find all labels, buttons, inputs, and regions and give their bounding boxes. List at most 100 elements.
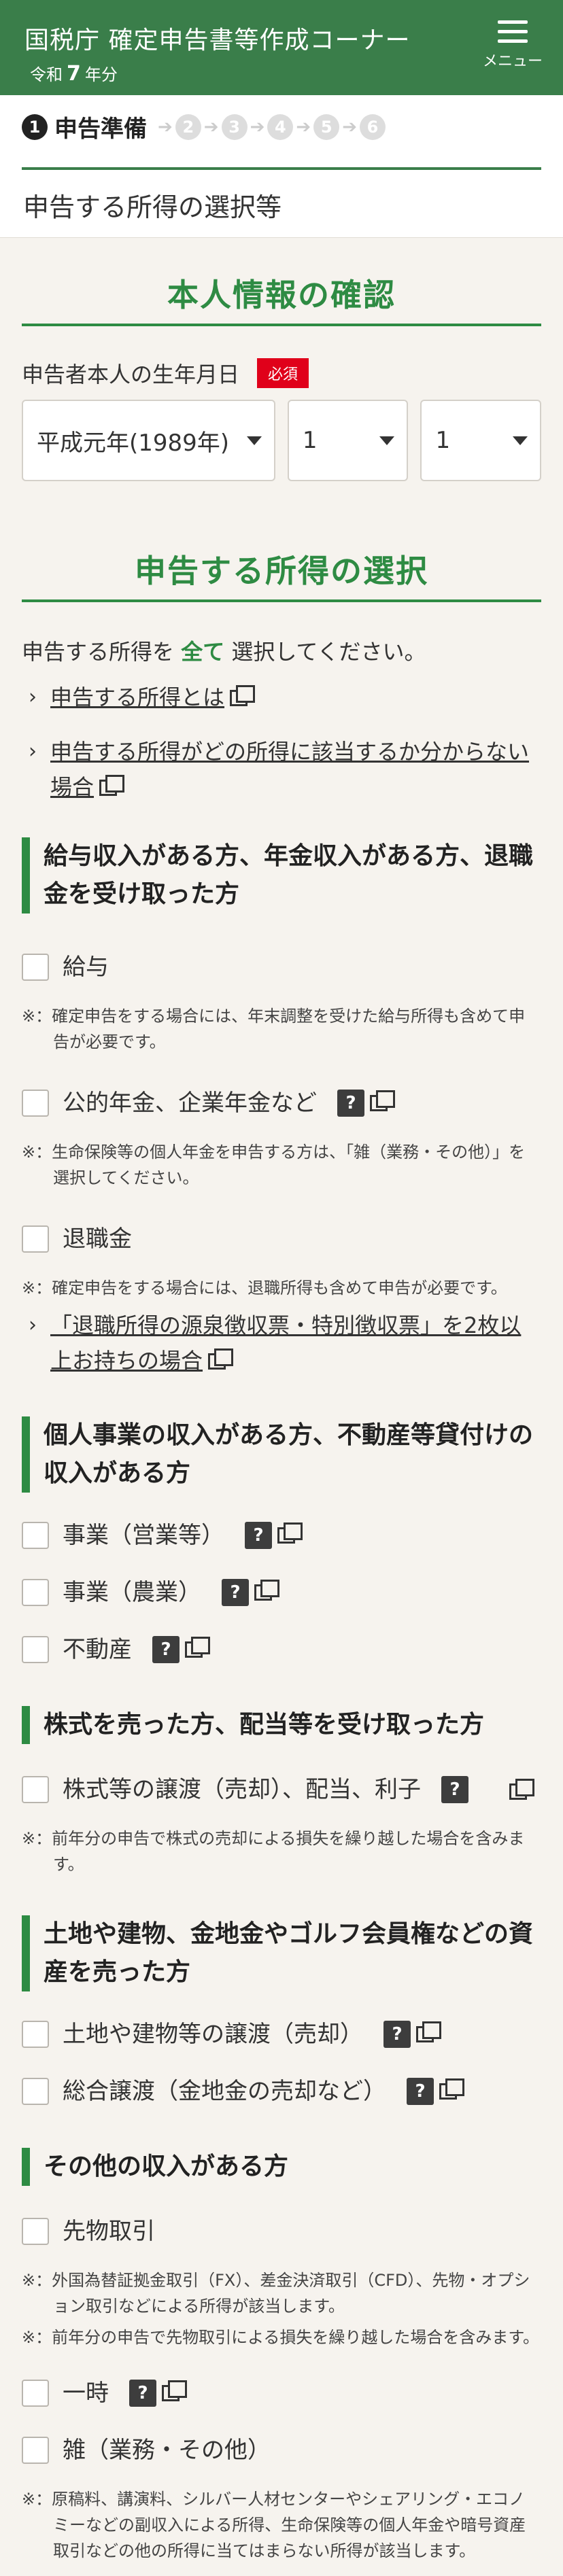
caret-down-icon [512,436,528,445]
option-tochi[interactable]: 土地や建物等の譲渡（売却）? [22,2016,541,2053]
note-kabu: ※：前年分の申告で株式の売却による損失を繰り越した場合を含みます。 [22,1829,525,1874]
tax-year: 令和 7 年分 [30,61,118,86]
link-what-is-income-text: 申告する所得とは [50,684,225,710]
arrow-icon: ➔ [203,116,219,137]
step-2-number: 2 [175,114,201,140]
external-window-icon[interactable] [162,2380,187,2401]
note-nenkin: ※：生命保険等の個人年金を申告する方は、「雑（業務・その他）」を選択してください… [22,1143,526,1187]
option-ichiji[interactable]: 一時? [22,2375,541,2412]
eigyo-label: 事業（営業等） [63,1522,224,1549]
option-sogo[interactable]: 総合譲渡（金地金の売却など）? [22,2073,541,2110]
help-icon[interactable]: ? [407,2078,434,2105]
help-icon[interactable]: ? [441,1776,468,1803]
kabu-checkbox[interactable] [22,1776,49,1803]
category-stocks: 株式を売った方、配当等を受け取った方 [22,1706,541,1744]
link-income-unsure[interactable]: › 申告する所得がどの所得に該当するか分からない場合 [22,734,541,805]
birth-month-value: 1 [302,427,318,454]
help-icon[interactable]: ? [129,2380,156,2407]
lead-pre: 申告する所得を [22,639,175,665]
option-nenkin[interactable]: 公的年金、企業年金など? [22,1085,541,1121]
nogyo-label: 事業（農業） [63,1579,201,1606]
birth-day-value: 1 [435,427,451,454]
birthdate-label-text: 申告者本人の生年月日 [22,362,240,387]
sogo-checkbox[interactable] [22,2078,49,2105]
ichiji-checkbox[interactable] [22,2380,49,2407]
option-kyuyo[interactable]: 給与 [22,949,541,986]
step-4-number: 4 [267,114,294,140]
step-6-number: 6 [359,114,386,140]
external-window-icon[interactable] [509,1779,534,1800]
external-window-icon[interactable] [254,1580,279,1601]
taishoku-checkbox[interactable] [22,1225,49,1253]
nogyo-checkbox[interactable] [22,1579,49,1606]
help-icon[interactable]: ? [337,1090,364,1117]
external-window-icon[interactable] [185,1637,210,1658]
option-fudosan[interactable]: 不動産? [22,1631,541,1668]
zatsu-checkbox[interactable] [22,2437,49,2464]
fudosan-checkbox[interactable] [22,1636,49,1663]
option-kabu[interactable]: 株式等の譲渡（売却）、配当、利子? [22,1771,541,1808]
tax-year-number: 7 [67,62,81,86]
kyuyo-checkbox[interactable] [22,954,49,981]
main-content: 本人情報の確認 申告者本人の生年月日 必須 平成元年(1989年) 1 1 申告… [0,238,563,2564]
sakimono-label: 先物取引 [63,2218,155,2245]
category-business: 個人事業の収入がある方、不動産等貸付けの収入がある方 [22,1416,541,1493]
link-retirement-slips-text: 「退職所得の源泉徴収票・特別徴収票」を2枚以上お持ちの場合 [50,1312,522,1374]
help-icon[interactable]: ? [152,1636,180,1663]
step-underline [22,167,541,170]
step-1-number: 1 [22,114,48,140]
arrow-icon: ➔ [342,116,357,137]
birth-month-select[interactable]: 1 [287,400,409,481]
tochi-checkbox[interactable] [22,2021,49,2048]
link-retirement-slips[interactable]: › 「退職所得の源泉徴収票・特別徴収票」を2枚以上お持ちの場合 [22,1308,541,1378]
external-window-icon [230,685,256,706]
option-sakimono[interactable]: 先物取引 [22,2213,541,2250]
eigyo-checkbox[interactable] [22,1522,49,1549]
fudosan-label: 不動産 [63,1636,132,1663]
chevron-right-icon: › [29,685,37,709]
note-sakimono-2: ※：前年分の申告で先物取引による損失を繰り越した場合を含みます。 [22,2328,539,2347]
option-zatsu[interactable]: 雑（業務・その他） [22,2432,541,2469]
page-title: 申告する所得の選択等 [0,170,563,238]
help-icon[interactable]: ? [245,1522,272,1549]
option-taishoku[interactable]: 退職金 [22,1221,541,1257]
link-what-is-income[interactable]: › 申告する所得とは [22,680,541,715]
external-window-icon[interactable] [439,2078,464,2100]
note-taishoku: ※：確定申告をする場合には、退職所得も含めて申告が必要です。 [22,1278,507,1298]
option-eigyo[interactable]: 事業（営業等）? [22,1517,541,1554]
kyuyo-label: 給与 [63,954,109,981]
sakimono-checkbox[interactable] [22,2218,49,2245]
chevron-right-icon: › [29,739,37,763]
app-title[interactable]: 国税庁 確定申告書等作成コーナー [24,20,410,56]
option-nogyo[interactable]: 事業（農業）? [22,1574,541,1611]
category-assets: 土地や建物、金地金やゴルフ会員権などの資産を売った方 [22,1915,541,1991]
birth-day-select[interactable]: 1 [420,400,541,481]
personal-info-heading: 本人情報の確認 [22,238,541,326]
sogo-label: 総合譲渡（金地金の売却など） [63,2078,386,2105]
kabu-label: 株式等の譲渡（売却）、配当、利子 [63,1776,421,1803]
required-badge: 必須 [257,358,309,388]
taishoku-label: 退職金 [63,1225,132,1253]
external-window-icon [99,775,125,796]
external-window-icon[interactable] [416,2021,441,2042]
external-window-icon[interactable] [277,1522,303,1544]
app-header: 国税庁 確定申告書等作成コーナー 令和 7 年分 メニュー [0,0,563,95]
tax-year-suffix: 年分 [84,65,118,84]
menu-button[interactable]: メニュー [479,20,547,71]
zatsu-label: 雑（業務・その他） [63,2437,271,2464]
category-other: その他の収入がある方 [22,2148,541,2186]
arrow-icon: ➔ [250,116,265,137]
external-window-icon[interactable] [370,1090,395,1111]
nenkin-checkbox[interactable] [22,1090,49,1117]
note-sakimono-1: ※：外国為替証拠金取引（FX）、差金決済取引（CFD）、先物・オプション取引など… [22,2271,530,2316]
menu-icon [498,20,528,24]
help-icon[interactable]: ? [222,1579,249,1606]
birthdate-label: 申告者本人の生年月日 必須 [22,358,541,389]
income-lead-text: 申告する所得を 全て 選択してください。 [22,635,541,666]
lead-emphasis: 全て [181,639,225,665]
birth-era-value: 平成元年(1989年) [37,429,230,457]
menu-icon-bar [498,39,528,43]
menu-label: メニュー [482,53,543,70]
birth-era-select[interactable]: 平成元年(1989年) [22,400,275,481]
help-icon[interactable]: ? [383,2021,411,2048]
